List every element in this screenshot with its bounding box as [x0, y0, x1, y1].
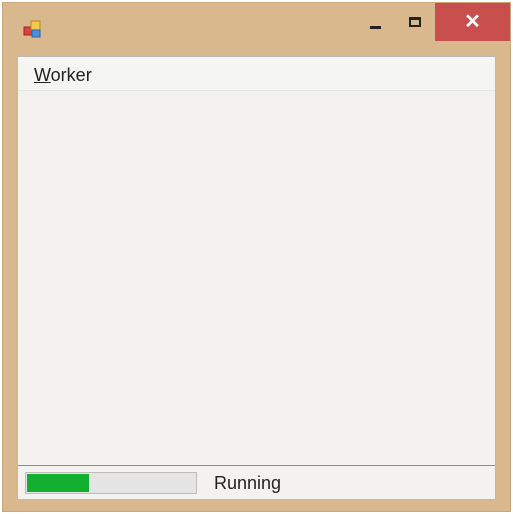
- app-window: ✕ Worker Running: [2, 2, 511, 512]
- status-bar: Running: [18, 465, 495, 499]
- menu-item-label: orker: [50, 65, 92, 85]
- minimize-icon: [369, 25, 381, 29]
- minimize-button[interactable]: [355, 3, 395, 41]
- client-area: Worker Running: [17, 56, 496, 500]
- maximize-icon: [409, 17, 421, 27]
- title-bar[interactable]: ✕: [3, 3, 510, 55]
- status-label: Running: [214, 473, 282, 493]
- menu-item-mnemonic: W: [34, 65, 51, 85]
- progress-bar: [25, 472, 197, 494]
- close-icon: ✕: [464, 11, 481, 33]
- menu-item-worker[interactable]: Worker: [30, 65, 96, 86]
- close-button[interactable]: ✕: [435, 3, 510, 41]
- maximize-button[interactable]: [396, 3, 434, 41]
- menu-bar: Worker: [18, 57, 495, 91]
- app-icon: [23, 20, 41, 38]
- progress-bar-fill: [27, 474, 89, 492]
